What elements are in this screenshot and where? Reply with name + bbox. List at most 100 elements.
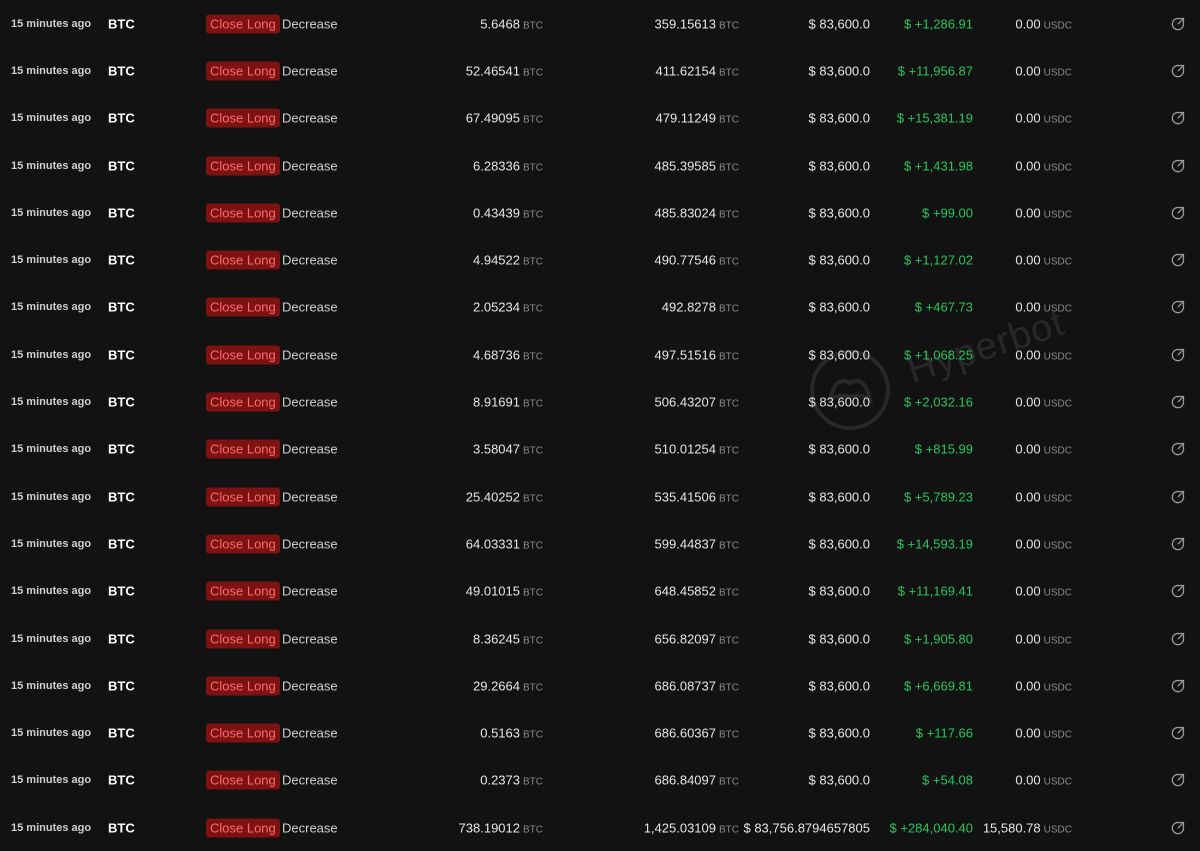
trade-fee: 0.00 USDC bbox=[1015, 111, 1072, 126]
position-total: 686.08737 BTC bbox=[655, 678, 739, 693]
trade-fee-unit: USDC bbox=[1043, 445, 1072, 457]
trade-size-unit: BTC bbox=[523, 209, 543, 221]
external-link-icon[interactable] bbox=[1170, 347, 1186, 363]
trade-coin: BTC bbox=[108, 536, 135, 552]
trade-pnl: $ +15,381.19 bbox=[896, 110, 973, 126]
trade-size: 52.46541 BTC bbox=[466, 63, 543, 78]
external-link-icon[interactable] bbox=[1170, 631, 1186, 647]
trade-fee-unit: USDC bbox=[1043, 824, 1072, 836]
trade-size-value: 52.46541 bbox=[465, 63, 520, 79]
trade-fee: 0.00 USDC bbox=[1015, 631, 1072, 646]
trade-time: 15 minutes ago bbox=[11, 64, 92, 77]
external-link-icon[interactable] bbox=[1170, 725, 1186, 741]
trade-size-value: 25.40252 bbox=[465, 489, 520, 505]
position-total: 492.8278 BTC bbox=[662, 300, 739, 315]
trade-row: 15 minutes ago BTC Close Long Decrease 8… bbox=[0, 615, 1200, 662]
trade-time: 15 minutes ago bbox=[11, 443, 92, 456]
position-total-value: 648.45852 bbox=[654, 583, 716, 599]
trade-size-unit: BTC bbox=[523, 776, 543, 788]
position-total-value: 485.39585 bbox=[654, 158, 716, 174]
trade-coin: BTC bbox=[108, 394, 135, 410]
position-total: 490.77546 BTC bbox=[655, 253, 739, 268]
external-link-icon[interactable] bbox=[1170, 252, 1186, 268]
external-link-icon[interactable] bbox=[1170, 63, 1186, 79]
trade-price: $ 83,600.0 bbox=[808, 158, 870, 174]
trade-fee-unit: USDC bbox=[1043, 587, 1072, 599]
external-link-icon[interactable] bbox=[1170, 772, 1186, 788]
trade-row: 15 minutes ago BTC Close Long Decrease 4… bbox=[0, 236, 1200, 283]
external-link-icon[interactable] bbox=[1170, 820, 1186, 836]
position-total-value: 506.43207 bbox=[654, 394, 716, 410]
position-total: 479.11249 BTC bbox=[656, 111, 740, 126]
trade-fee-unit: USDC bbox=[1043, 67, 1072, 79]
position-total-value: 686.08737 bbox=[654, 678, 716, 694]
trade-fee-value: 0.00 bbox=[1015, 725, 1041, 741]
trade-coin: BTC bbox=[108, 725, 135, 741]
position-total: 648.45852 BTC bbox=[655, 584, 739, 599]
trade-price: $ 83,600.0 bbox=[808, 205, 870, 221]
external-link-icon[interactable] bbox=[1170, 583, 1186, 599]
external-link-icon[interactable] bbox=[1170, 394, 1186, 410]
trade-fee-value: 0.00 bbox=[1015, 678, 1041, 694]
position-total-unit: BTC bbox=[719, 20, 739, 32]
trade-coin: BTC bbox=[108, 441, 135, 457]
position-total-value: 686.60367 bbox=[654, 725, 716, 741]
position-total: 535.41506 BTC bbox=[655, 489, 739, 504]
trade-size: 0.43439 BTC bbox=[473, 205, 543, 220]
external-link-icon[interactable] bbox=[1170, 489, 1186, 505]
trade-coin: BTC bbox=[108, 347, 135, 363]
external-link-icon[interactable] bbox=[1170, 678, 1186, 694]
trade-row: 15 minutes ago BTC Close Long Decrease 8… bbox=[0, 378, 1200, 425]
close-long-badge: Close Long bbox=[206, 676, 280, 696]
trade-pnl: $ +99.00 bbox=[922, 205, 973, 221]
trade-fee-value: 0.00 bbox=[1015, 631, 1041, 646]
trade-coin: BTC bbox=[108, 583, 135, 599]
trade-time: 15 minutes ago bbox=[11, 348, 92, 361]
trade-fee-unit: USDC bbox=[1043, 398, 1072, 410]
trade-fee-unit: USDC bbox=[1043, 114, 1072, 126]
position-total: 506.43207 BTC bbox=[655, 395, 739, 410]
trade-size: 29.2664 BTC bbox=[473, 678, 543, 693]
close-long-badge: Close Long bbox=[206, 581, 280, 601]
trade-size-value: 4.94522 bbox=[473, 252, 520, 268]
trade-direction: Decrease bbox=[282, 299, 338, 315]
position-total-value: 1,425.03109 bbox=[643, 820, 716, 836]
position-total-value: 510.01254 bbox=[654, 441, 716, 457]
trade-size: 3.58047 BTC bbox=[473, 442, 543, 457]
trade-pnl: $ +1,127.02 bbox=[903, 252, 973, 268]
trade-coin: BTC bbox=[108, 631, 135, 646]
trade-size-value: 2.05234 bbox=[473, 299, 520, 315]
close-long-badge: Close Long bbox=[206, 487, 280, 507]
trade-pnl: $ +54.08 bbox=[922, 772, 973, 788]
trade-row: 15 minutes ago BTC Close Long Decrease 5… bbox=[0, 47, 1200, 94]
trade-size-unit: BTC bbox=[523, 493, 543, 505]
trade-size: 49.01015 BTC bbox=[466, 584, 543, 599]
trade-direction: Decrease bbox=[282, 16, 338, 32]
trade-direction: Decrease bbox=[282, 725, 338, 741]
trade-fee-unit: USDC bbox=[1043, 303, 1072, 315]
close-long-badge: Close Long bbox=[206, 629, 280, 648]
position-total-value: 535.41506 bbox=[654, 489, 716, 505]
trade-size-unit: BTC bbox=[523, 587, 543, 599]
trade-coin: BTC bbox=[108, 252, 135, 268]
trade-fee: 0.00 USDC bbox=[1015, 395, 1072, 410]
position-total-unit: BTC bbox=[719, 493, 739, 505]
external-link-icon[interactable] bbox=[1170, 299, 1186, 315]
external-link-icon[interactable] bbox=[1170, 16, 1186, 32]
trade-pnl: $ +1,068.25 bbox=[903, 347, 973, 363]
trade-size-value: 8.91691 bbox=[473, 394, 520, 410]
external-link-icon[interactable] bbox=[1170, 536, 1186, 552]
position-total: 686.60367 BTC bbox=[655, 726, 739, 741]
external-link-icon[interactable] bbox=[1170, 205, 1186, 221]
external-link-icon[interactable] bbox=[1170, 158, 1186, 174]
trade-pnl: $ +467.73 bbox=[914, 299, 973, 315]
trade-time: 15 minutes ago bbox=[11, 159, 92, 172]
position-total-unit: BTC bbox=[719, 351, 739, 363]
trade-row: 15 minutes ago BTC Close Long Decrease 0… bbox=[0, 757, 1200, 804]
external-link-icon[interactable] bbox=[1170, 441, 1186, 457]
close-long-badge: Close Long bbox=[206, 770, 280, 790]
trade-fee-unit: USDC bbox=[1043, 162, 1072, 174]
position-total-unit: BTC bbox=[719, 67, 739, 79]
external-link-icon[interactable] bbox=[1170, 110, 1186, 126]
trade-pnl: $ +2,032.16 bbox=[903, 394, 973, 410]
